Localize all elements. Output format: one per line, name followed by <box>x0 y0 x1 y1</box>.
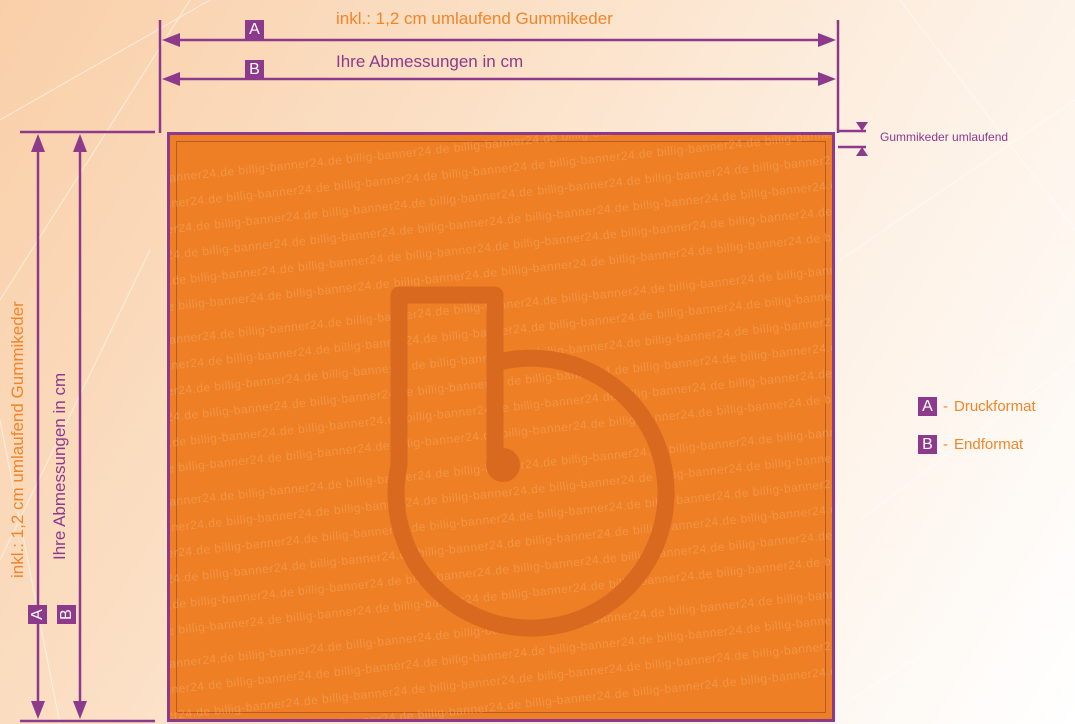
dim-label-b-vertical: Ihre Abmessungen in cm <box>50 372 69 560</box>
badge-b-top: B <box>245 60 264 79</box>
gummikeder-note: Gummikeder umlaufend <box>880 130 1009 144</box>
legend-separator-a: - <box>943 398 948 415</box>
legend-text-a: Druckformat <box>954 398 1036 415</box>
legend-text-b: Endformat <box>954 436 1024 453</box>
legend-item-a: A - Druckformat <box>918 397 1036 416</box>
badge-a-top: A <box>245 20 264 39</box>
dim-label-b-vertical-wrap: Ihre Abmessungen in cm <box>50 373 70 560</box>
badge-a-left: A <box>28 605 47 624</box>
legend-badge-b: B <box>918 435 937 454</box>
legend-separator-b: - <box>943 436 948 453</box>
dim-label-a-vertical: inkl.: 1,2 cm umlaufend Gummikeder <box>8 301 27 578</box>
dim-label-a-vertical-wrap: inkl.: 1,2 cm umlaufend Gummikeder <box>8 301 28 578</box>
dim-label-a-top: inkl.: 1,2 cm umlaufend Gummikeder <box>336 9 613 28</box>
badge-b-left: B <box>57 605 76 624</box>
banner-area: billig-banner24.de billig-banner24.de bi… <box>167 132 835 722</box>
legend-item-b: B - Endformat <box>918 435 1023 454</box>
logo-b-icon <box>387 286 675 637</box>
legend-badge-a: A <box>918 397 937 416</box>
dim-label-b-top: Ihre Abmessungen in cm <box>336 52 524 71</box>
